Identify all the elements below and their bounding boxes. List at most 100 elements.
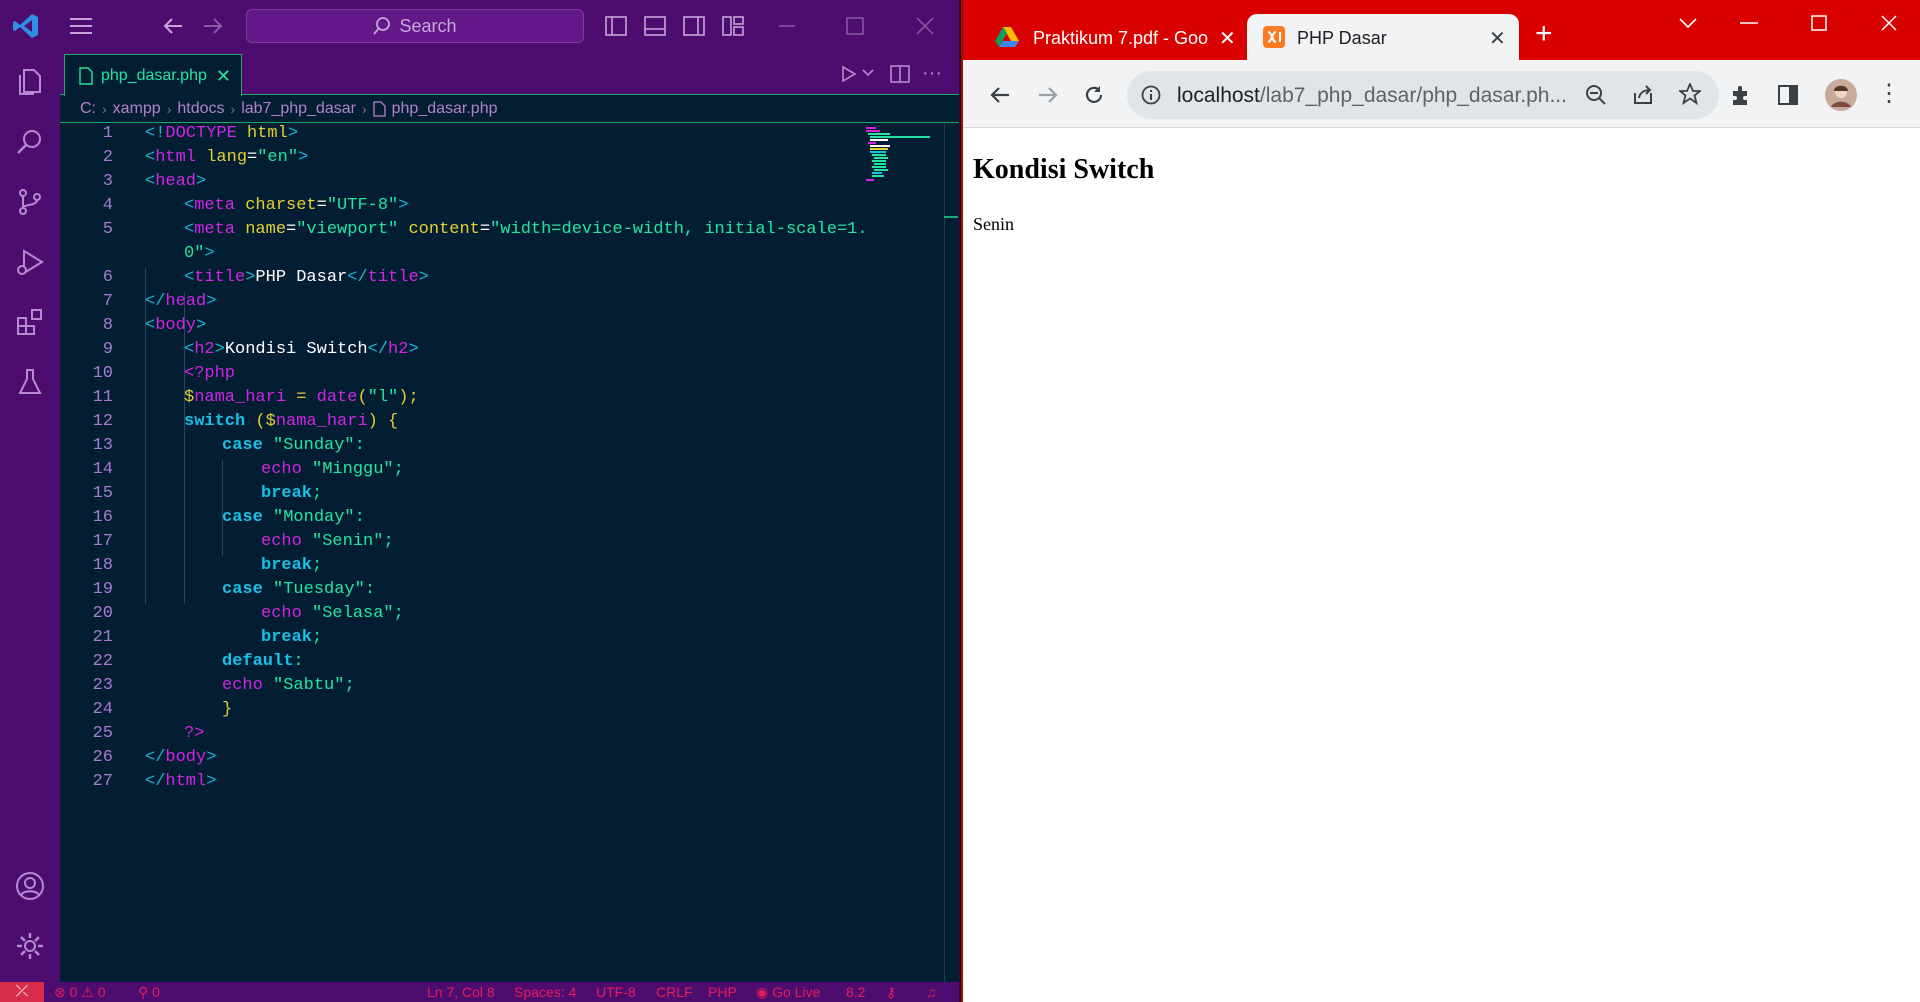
code-line: 9 <h2>Kondisi Switch</h2>: [102, 340, 419, 359]
code-line: 23 echo "Sabtu";: [92, 676, 355, 695]
code-line: 7 </head>: [102, 292, 217, 311]
code-line: 4 <meta charset="UTF-8">: [102, 196, 409, 215]
encoding-status[interactable]: UTF-8: [596, 984, 636, 1000]
php-version-status[interactable]: 8.2: [846, 984, 865, 1000]
chevron-right-icon: ›: [102, 101, 107, 117]
code-line: 24}: [92, 700, 233, 719]
chevron-right-icon: ›: [166, 101, 172, 117]
file-icon: [79, 66, 93, 85]
code-line: 15 break;: [92, 484, 323, 503]
reload-icon[interactable]: [1083, 84, 1105, 106]
gear-icon[interactable]: [14, 930, 46, 962]
minimize-icon[interactable]: [1740, 22, 1758, 24]
tab-search-chevron-icon[interactable]: [1679, 18, 1697, 28]
source-control-icon[interactable]: [14, 186, 46, 218]
extensions-icon[interactable]: [14, 306, 46, 338]
split-editor-icon[interactable]: [890, 64, 910, 84]
code-line: 11 $nama_hari = date("l");: [92, 388, 419, 407]
share-icon[interactable]: [1632, 84, 1654, 106]
language-status[interactable]: PHP: [708, 984, 737, 1000]
forward-arrow-icon[interactable]: [202, 15, 224, 37]
menu-icon[interactable]: [68, 14, 94, 38]
code-line: 13 case "Sunday":: [92, 436, 365, 455]
code-editor[interactable]: 1 <!DOCTYPE html> 2 <html lang="en"> 3 <hea…: [60, 124, 959, 984]
toggle-primary-sidebar-icon[interactable]: [604, 14, 628, 38]
minimap[interactable]: [866, 127, 936, 187]
indent-status[interactable]: Spaces: 4: [514, 984, 576, 1000]
extensions-puzzle-icon[interactable]: [1729, 83, 1753, 107]
editor-area: php_dasar.php ✕ ··· C: › xampp › htdocs › l…: [60, 52, 959, 984]
address-bar[interactable]: localhost/lab7_php_dasar/php_dasar.ph...: [1127, 71, 1719, 119]
maximize-icon[interactable]: [1811, 15, 1827, 31]
more-actions-icon[interactable]: ···: [922, 62, 942, 85]
breadcrumb-item[interactable]: htdocs: [177, 100, 224, 118]
activity-bar: [0, 52, 60, 982]
zoom-icon[interactable]: [1585, 84, 1607, 106]
close-icon[interactable]: [1881, 15, 1897, 31]
editor-tabs: php_dasar.php ✕ ···: [60, 52, 959, 96]
forward-arrow-icon[interactable]: [1037, 84, 1059, 106]
page-output-text: Senin: [973, 214, 1015, 234]
tab-close-icon[interactable]: ✕: [1219, 26, 1236, 51]
tab-strip: Praktikum 7.pdf - Goo ✕ PHP Dasar ✕ +: [963, 0, 1920, 60]
breadcrumb-item[interactable]: lab7_php_dasar: [241, 100, 356, 118]
scrollbar[interactable]: [944, 216, 958, 218]
back-arrow-icon[interactable]: [162, 15, 184, 37]
code-line: 21 break;: [92, 628, 323, 647]
search-icon[interactable]: [14, 126, 46, 158]
minimize-icon[interactable]: [778, 24, 796, 28]
code-line: 22 default:: [92, 652, 304, 671]
command-center-search[interactable]: Search: [246, 9, 584, 43]
tab-close-icon[interactable]: ✕: [1489, 26, 1506, 51]
site-info-icon[interactable]: [1141, 85, 1161, 105]
notifications-bell-icon[interactable]: ♫: [926, 984, 937, 1000]
ports-status[interactable]: ⚲ 0: [138, 984, 160, 1001]
golive-status[interactable]: ◉ Go Live: [756, 984, 820, 1001]
chevron-right-icon: ›: [230, 101, 236, 117]
tab-php-dasar[interactable]: php_dasar.php ✕: [64, 54, 242, 96]
errors-status[interactable]: ⊗ 0 ⚠ 0: [54, 984, 106, 1001]
customize-layout-icon[interactable]: [721, 14, 745, 38]
back-arrow-icon[interactable]: [989, 84, 1011, 106]
vscode-window: Search php_dasar.php ✕ ··· C: › xampp › …: [0, 0, 960, 1002]
toggle-secondary-sidebar-icon[interactable]: [682, 14, 706, 38]
breadcrumb-item[interactable]: C:: [80, 100, 96, 118]
side-panel-icon[interactable]: [1777, 84, 1799, 106]
avatar[interactable]: [1825, 79, 1857, 111]
key-icon[interactable]: ⚷: [886, 984, 896, 1001]
testing-flask-icon[interactable]: [14, 366, 46, 398]
chevron-down-icon[interactable]: [862, 68, 874, 78]
run-debug-icon[interactable]: [14, 246, 46, 278]
url-text[interactable]: localhost/lab7_php_dasar/php_dasar.ph...: [1177, 84, 1577, 108]
run-icon[interactable]: [840, 64, 858, 84]
account-icon[interactable]: [14, 870, 46, 902]
page-heading: Kondisi Switch: [973, 154, 1155, 185]
breadcrumb-item[interactable]: php_dasar.php: [392, 100, 498, 118]
maximize-icon[interactable]: [846, 17, 864, 35]
code-line: 1 <!DOCTYPE html>: [102, 124, 299, 143]
more-menu-icon[interactable]: ⋮: [1877, 82, 1901, 106]
cursor-position[interactable]: Ln 7, Col 8: [427, 984, 495, 1000]
toggle-panel-icon[interactable]: [643, 14, 667, 38]
new-tab-button[interactable]: +: [1535, 19, 1553, 49]
tab-close-icon[interactable]: ✕: [216, 66, 231, 87]
remote-icon[interactable]: ⤫: [0, 982, 44, 1002]
code-line: 14 echo "Minggu";: [92, 460, 404, 479]
bookmark-star-icon[interactable]: [1679, 83, 1701, 105]
code-line: 0">: [184, 244, 215, 263]
explorer-icon[interactable]: [14, 66, 46, 98]
code-line: 27 </html>: [92, 772, 217, 791]
code-line: 2 <html lang="en">: [102, 148, 309, 167]
code-line: 25 ?>: [92, 724, 205, 743]
vscode-logo-icon: [12, 12, 40, 40]
breadcrumb-item[interactable]: xampp: [113, 100, 161, 118]
close-icon[interactable]: [916, 17, 934, 35]
title-bar: Search: [0, 0, 959, 52]
code-line: 6 <title>PHP Dasar</title>: [102, 268, 429, 287]
tab-php-dasar[interactable]: PHP Dasar ✕: [1247, 14, 1519, 60]
eol-status[interactable]: CRLF: [656, 984, 693, 1000]
tab-praktikum-pdf[interactable]: Praktikum 7.pdf - Goo ✕: [983, 14, 1243, 60]
browser-toolbar: localhost/lab7_php_dasar/php_dasar.ph...…: [963, 60, 1920, 128]
google-drive-icon: [995, 26, 1019, 48]
chrome-window: Praktikum 7.pdf - Goo ✕ PHP Dasar ✕ + lo…: [961, 0, 1920, 1002]
